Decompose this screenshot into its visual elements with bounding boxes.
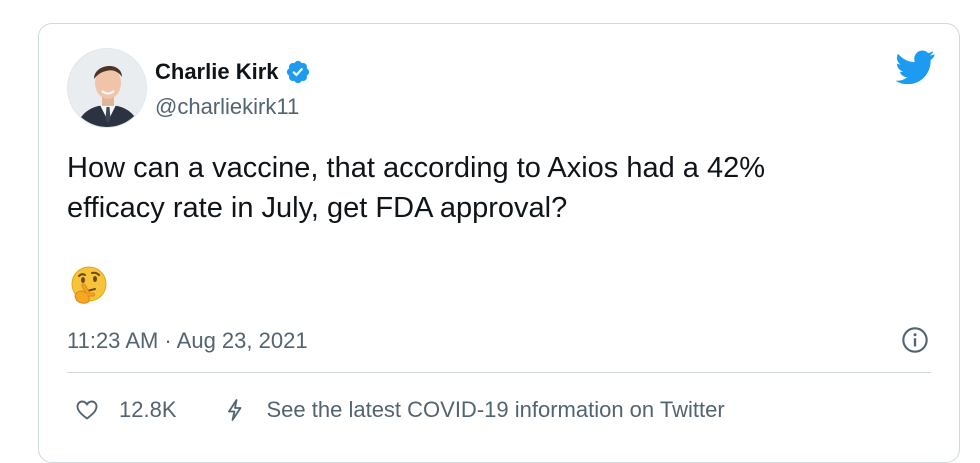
- avatar[interactable]: [67, 48, 147, 128]
- divider: [67, 372, 931, 373]
- thinking-face-emoji-icon: [69, 264, 111, 306]
- like-button[interactable]: 12.8K: [75, 397, 177, 423]
- covid-info-link[interactable]: See the latest COVID-19 information on T…: [223, 397, 725, 423]
- tweet-card[interactable]: Charlie Kirk @charliekirk11 How can a va…: [38, 23, 960, 463]
- like-count: 12.8K: [119, 397, 177, 422]
- heart-icon[interactable]: [75, 398, 99, 422]
- tweet-text: How can a vaccine, that according to Axi…: [67, 152, 766, 224]
- lightning-bolt-icon: [223, 398, 247, 422]
- info-icon[interactable]: [901, 326, 929, 354]
- display-name[interactable]: Charlie Kirk: [155, 57, 279, 87]
- twitter-bird-icon[interactable]: [895, 50, 935, 85]
- covid-info-label[interactable]: See the latest COVID-19 information on T…: [267, 397, 725, 423]
- tweet-actions: 12.8K See the latest COVID-19 informatio…: [75, 394, 725, 426]
- author-handle[interactable]: @charliekirk11: [155, 92, 299, 122]
- tweet-timestamp[interactable]: 11:23 AM · Aug 23, 2021: [67, 324, 308, 358]
- verified-badge-icon: [285, 59, 311, 85]
- author-name-row[interactable]: Charlie Kirk: [155, 57, 311, 87]
